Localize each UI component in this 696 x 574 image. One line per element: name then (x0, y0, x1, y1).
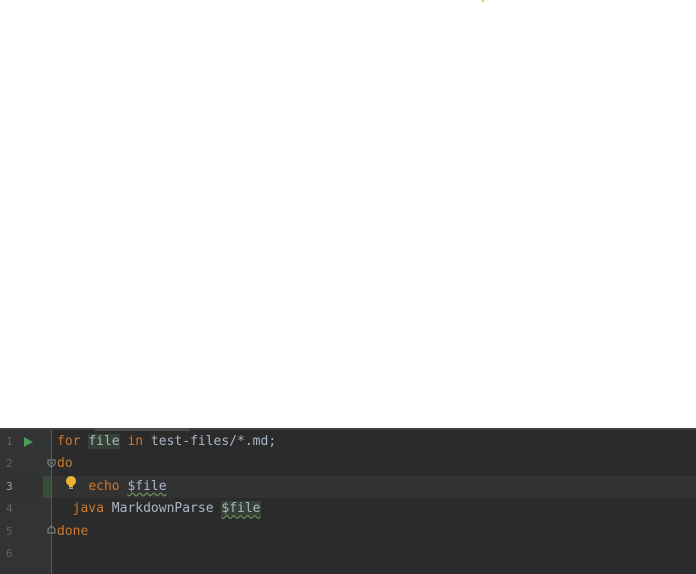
code-line[interactable]: for file in test-files/*.md; (57, 431, 276, 453)
line-number: 3 (6, 479, 13, 493)
empty-window-area (0, 0, 696, 428)
code-line[interactable]: echo $file (57, 476, 276, 498)
vcs-change-marker[interactable] (43, 476, 51, 498)
line-numbers: 1 2 3 4 5 6 (0, 431, 20, 565)
fold-end-icon[interactable] (47, 525, 56, 534)
code-token: file (88, 434, 120, 449)
line-number: 6 (6, 546, 13, 560)
code-line[interactable] (57, 543, 276, 565)
code-editor[interactable]: 1 2 3 4 5 6 for file in test-files/*.md; do ec… (0, 428, 696, 574)
code-line[interactable]: done (57, 521, 276, 543)
code-token: test-files/*.md; (143, 434, 277, 449)
gutter-divider (51, 430, 52, 574)
code-line[interactable]: do (57, 453, 276, 475)
run-gutter-icon[interactable] (22, 436, 34, 448)
code-token: echo (88, 478, 120, 494)
line-number: 2 (6, 457, 13, 471)
code-line[interactable]: java MarkdownParse $file (57, 498, 276, 520)
line-number: 4 (6, 502, 13, 516)
line-number: 5 (6, 524, 13, 538)
fold-start-icon[interactable] (47, 459, 56, 468)
code-token: java (72, 501, 104, 517)
code-token: do (57, 456, 73, 472)
code-token: in (127, 434, 144, 449)
code-token: for (57, 434, 81, 449)
code-token: MarkdownParse (103, 501, 222, 517)
code-area[interactable]: for file in test-files/*.md; do echo $fil… (57, 431, 276, 565)
indicator-dot (482, 0, 484, 2)
code-token: done (57, 523, 89, 539)
code-token: $file (221, 501, 261, 517)
code-token: $file (127, 478, 167, 494)
line-number: 1 (6, 435, 13, 448)
